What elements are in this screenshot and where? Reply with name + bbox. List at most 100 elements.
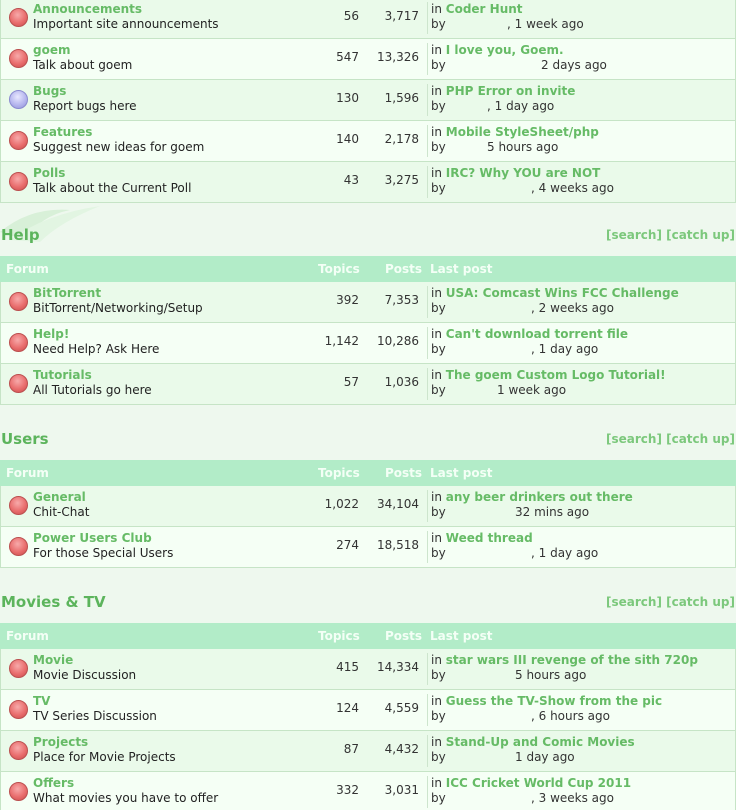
forum-name-link[interactable]: TV bbox=[33, 694, 50, 708]
section-links[interactable]: [search] [catch up] bbox=[606, 228, 735, 242]
forum-row[interactable]: BitTorrent BitTorrent/Networking/Setup 392… bbox=[0, 282, 736, 323]
forum-row[interactable]: Announcements Important site announcement… bbox=[0, 0, 736, 39]
last-post-in-label: in bbox=[431, 166, 442, 180]
last-post-topic-link[interactable]: star wars III revenge of the sith 720p bbox=[446, 653, 698, 667]
forum-row[interactable]: goem Talk about goem 547 13,326 in I love yo… bbox=[0, 39, 736, 80]
last-post-topic-line: in The goem Custom Logo Tutorial! bbox=[431, 368, 666, 382]
forum-row[interactable]: Tutorials All Tutorials go here 57 1,036 in … bbox=[0, 364, 736, 405]
topics-count: 332 bbox=[336, 783, 359, 797]
forum-description: All Tutorials go here bbox=[33, 383, 152, 397]
last-post-in-label: in bbox=[431, 2, 442, 16]
last-post-in-label: in bbox=[431, 531, 442, 545]
last-post-time: , 1 day ago bbox=[531, 342, 599, 356]
forum-status-icon bbox=[9, 172, 28, 191]
forum-row[interactable]: Features Suggest new ideas for goem 140 2,1… bbox=[0, 121, 736, 162]
forum-row[interactable]: General Chit-Chat 1,022 34,104 in any beer d… bbox=[0, 486, 736, 527]
col-forum: Forum bbox=[6, 262, 49, 276]
last-post-topic-link[interactable]: Can't download torrent file bbox=[446, 327, 628, 341]
last-post-topic-link[interactable]: I love you, Goem. bbox=[446, 43, 564, 57]
posts-count: 14,334 bbox=[377, 660, 419, 674]
forum-status-icon bbox=[9, 292, 28, 311]
forum-description: BitTorrent/Networking/Setup bbox=[33, 301, 203, 315]
section-title: Help bbox=[1, 226, 40, 244]
last-post-topic-link[interactable]: Mobile StyleSheet/php bbox=[446, 125, 599, 139]
topics-count: 57 bbox=[343, 375, 359, 389]
col-last-post: Last post bbox=[430, 466, 493, 480]
last-post-topic-line: in Guess the TV-Show from the pic bbox=[431, 694, 662, 708]
forum-row[interactable]: Projects Place for Movie Projects 87 4,432 i… bbox=[0, 731, 736, 772]
last-post-time: , 4 weeks ago bbox=[531, 181, 614, 195]
posts-count: 1,036 bbox=[384, 375, 419, 389]
topics-count: 56 bbox=[343, 9, 359, 23]
forum-description: Place for Movie Projects bbox=[33, 750, 176, 764]
col-last-post: Last post bbox=[430, 629, 493, 643]
forum-name-link[interactable]: BitTorrent bbox=[33, 286, 101, 300]
col-topics: Topics bbox=[318, 629, 360, 643]
last-post-time: 1 week ago bbox=[497, 383, 567, 397]
forum-row[interactable]: Power Users Club For those Special Users 2… bbox=[0, 527, 736, 568]
column-divider bbox=[427, 166, 428, 198]
last-post-by-label: by bbox=[431, 383, 446, 397]
last-post-topic-link[interactable]: any beer drinkers out there bbox=[446, 490, 633, 504]
forum-name-link[interactable]: Bugs bbox=[33, 84, 66, 98]
forum-row[interactable]: Bugs Report bugs here 130 1,596 in PHP Error… bbox=[0, 80, 736, 121]
forum-name-link[interactable]: Tutorials bbox=[33, 368, 92, 382]
section-links[interactable]: [search] [catch up] bbox=[606, 595, 735, 609]
forum-status-icon bbox=[9, 659, 28, 678]
posts-count: 2,178 bbox=[384, 132, 419, 146]
last-post-topic-link[interactable]: ICC Cricket World Cup 2011 bbox=[446, 776, 631, 790]
column-divider bbox=[427, 694, 428, 726]
topics-count: 392 bbox=[336, 293, 359, 307]
column-divider bbox=[427, 490, 428, 522]
last-post-topic-link[interactable]: USA: Comcast Wins FCC Challenge bbox=[446, 286, 679, 300]
forum-name-link[interactable]: Offers bbox=[33, 776, 74, 790]
topics-count: 1,022 bbox=[324, 497, 359, 511]
forum-status-icon bbox=[9, 700, 28, 719]
forum-description: Chit-Chat bbox=[33, 505, 90, 519]
section-title: Movies & TV bbox=[1, 593, 106, 611]
last-post-topic-link[interactable]: Guess the TV-Show from the pic bbox=[446, 694, 662, 708]
forum-name-link[interactable]: General bbox=[33, 490, 86, 504]
forum-description: Movie Discussion bbox=[33, 668, 137, 682]
last-post-topic-link[interactable]: IRC? Why YOU are NOT bbox=[446, 166, 601, 180]
topics-count: 274 bbox=[336, 538, 359, 552]
forum-name-link[interactable]: Power Users Club bbox=[33, 531, 152, 545]
forum-row[interactable]: Help! Need Help? Ask Here 1,142 10,286 in Ca… bbox=[0, 323, 736, 364]
last-post-topic-line: in Weed thread bbox=[431, 531, 533, 545]
col-forum: Forum bbox=[6, 629, 49, 643]
last-post-topic-link[interactable]: Weed thread bbox=[446, 531, 533, 545]
forum-name-link[interactable]: Projects bbox=[33, 735, 88, 749]
forum-description: For those Special Users bbox=[33, 546, 174, 560]
last-post-by-label: by bbox=[431, 709, 446, 723]
last-post-author-line: by , 6 hours ago bbox=[431, 709, 610, 723]
forum-name-link[interactable]: Help! bbox=[33, 327, 69, 341]
last-post-topic-link[interactable]: The goem Custom Logo Tutorial! bbox=[446, 368, 666, 382]
forum-name-link[interactable]: Features bbox=[33, 125, 92, 139]
column-header: Forum Topics Posts Last post bbox=[0, 256, 736, 282]
forum-name-link[interactable]: Polls bbox=[33, 166, 65, 180]
last-post-topic-link[interactable]: Stand-Up and Comic Movies bbox=[446, 735, 635, 749]
forum-name-link[interactable]: goem bbox=[33, 43, 70, 57]
last-post-author-line: by , 1 week ago bbox=[431, 17, 584, 31]
forum-row[interactable]: Offers What movies you have to offer 332 3,… bbox=[0, 772, 736, 810]
forum-description: Talk about the Current Poll bbox=[33, 181, 192, 195]
last-post-by-label: by bbox=[431, 546, 446, 560]
forum-status-icon bbox=[9, 374, 28, 393]
column-divider bbox=[427, 531, 428, 563]
forum-description: Talk about goem bbox=[33, 58, 133, 72]
forum-status-icon bbox=[9, 741, 28, 760]
forum-status-icon bbox=[9, 782, 28, 801]
section-links[interactable]: [search] [catch up] bbox=[606, 432, 735, 446]
last-post-topic-link[interactable]: Coder Hunt bbox=[446, 2, 523, 16]
posts-count: 3,275 bbox=[384, 173, 419, 187]
forum-row[interactable]: Polls Talk about the Current Poll 43 3,275 i… bbox=[0, 162, 736, 203]
forum-row[interactable]: TV TV Series Discussion 124 4,559 in Guess t… bbox=[0, 690, 736, 731]
forum-name-link[interactable]: Movie bbox=[33, 653, 73, 667]
forum-status-icon bbox=[9, 537, 28, 556]
forum-name-link[interactable]: Announcements bbox=[33, 2, 142, 16]
last-post-in-label: in bbox=[431, 327, 442, 341]
column-header: Forum Topics Posts Last post bbox=[0, 460, 736, 486]
topics-count: 124 bbox=[336, 701, 359, 715]
last-post-topic-link[interactable]: PHP Error on invite bbox=[446, 84, 576, 98]
forum-row[interactable]: Movie Movie Discussion 415 14,334 in star wa… bbox=[0, 649, 736, 690]
